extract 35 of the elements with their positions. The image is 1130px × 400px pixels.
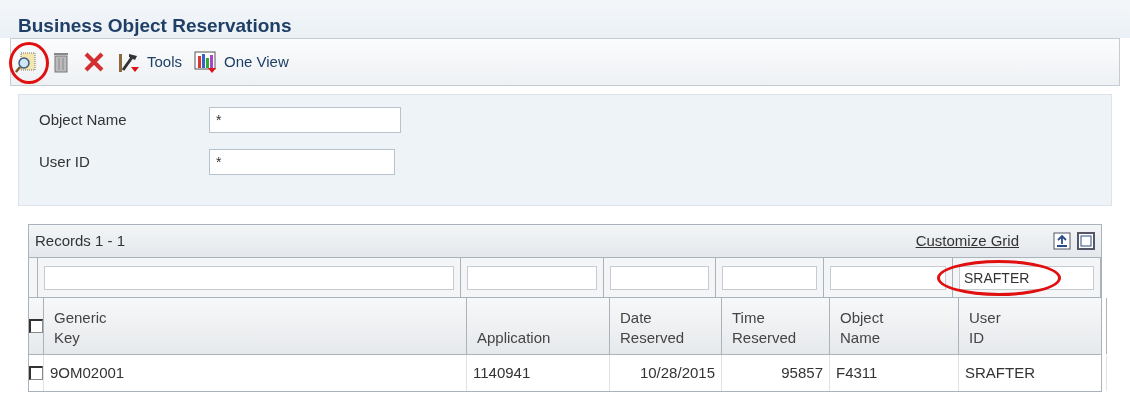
column-header[interactable]: Object Name (840, 308, 948, 348)
table-cell-text: 1140941 (473, 362, 531, 383)
bar-chart-icon (194, 50, 219, 74)
filter-field[interactable] (830, 265, 946, 290)
table-cell-text: 10/28/2015 (639, 362, 715, 383)
export-icon[interactable] (1053, 232, 1071, 250)
trash-icon[interactable] (51, 50, 71, 74)
page-title: Business Object Reservations (18, 15, 292, 36)
table-cell-text: 9OM02001 (50, 362, 125, 383)
filter-field[interactable] (467, 265, 597, 290)
table-cell-text: SRAFTER (965, 362, 1035, 383)
table-cell-text: 95857 (781, 362, 823, 383)
close-icon[interactable] (83, 51, 105, 73)
checkbox[interactable] (29, 319, 43, 333)
filter-field[interactable]: SRAFTER (959, 265, 1094, 290)
search-icon[interactable] (15, 50, 39, 74)
maximize-icon[interactable] (1077, 232, 1095, 250)
field-label: Object Name (39, 109, 128, 130)
checkbox[interactable] (29, 366, 43, 380)
column-header[interactable]: Generic Key (54, 308, 456, 348)
column-header[interactable]: Date Reserved (620, 308, 711, 348)
filter-field[interactable] (44, 265, 454, 290)
field-label: User ID (39, 151, 91, 172)
records-count: Records 1 - 1 (35, 230, 127, 251)
column-header[interactable]: User ID (969, 308, 1096, 348)
input-field[interactable]: * (209, 107, 401, 133)
one-view-menu[interactable]: One View (194, 50, 289, 74)
tools-menu[interactable]: Tools (117, 50, 183, 74)
filter-field[interactable] (722, 265, 817, 290)
filter-field[interactable] (610, 265, 709, 290)
input-field[interactable]: * (209, 149, 395, 175)
column-header[interactable]: Time Reserved (732, 308, 819, 348)
customize-grid-link[interactable]: Customize Grid (915, 229, 1019, 253)
column-header[interactable]: Application (477, 328, 599, 348)
table-cell-text: F4311 (836, 362, 878, 383)
